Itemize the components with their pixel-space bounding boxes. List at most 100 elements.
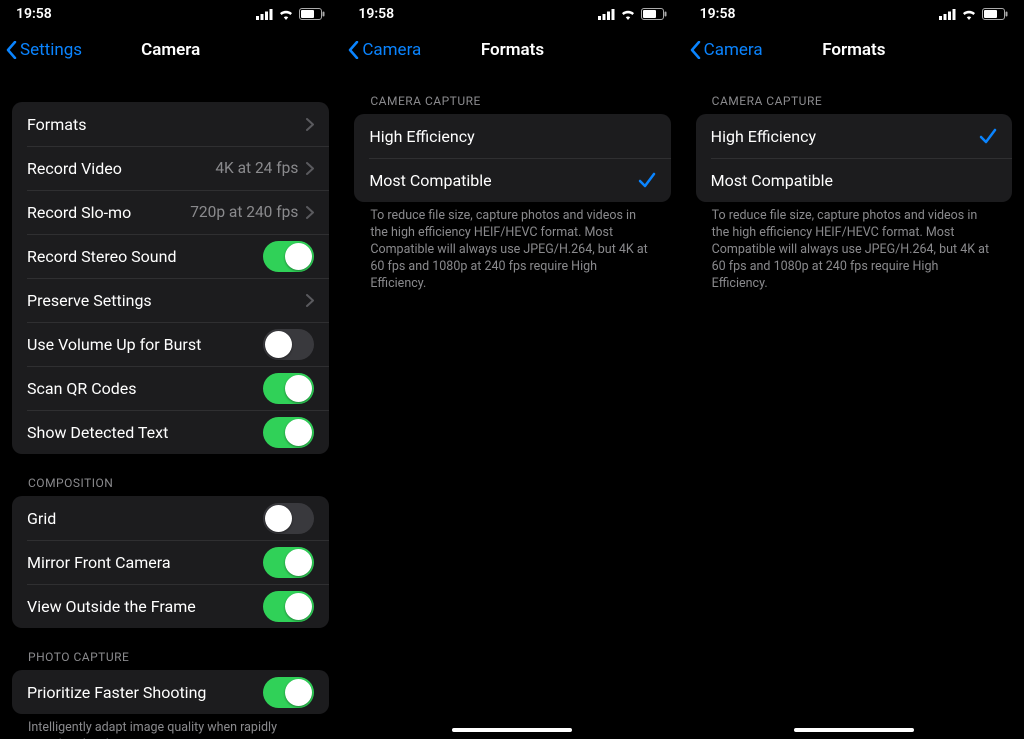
- formats-list: High Efficiency Most Compatible: [354, 114, 670, 202]
- row-prioritize-faster[interactable]: Prioritize Faster Shooting: [12, 670, 329, 714]
- row-detail: 4K at 24 fps: [215, 159, 298, 177]
- status-right-icons: [256, 8, 325, 20]
- row-high-efficiency[interactable]: High Efficiency: [354, 114, 670, 158]
- phone-formats-high-efficiency: 19:58 Camera Formats CAMERA CAPTURE High…: [683, 0, 1024, 739]
- row-preserve-settings[interactable]: Preserve Settings: [12, 278, 329, 322]
- row-most-compatible[interactable]: Most Compatible: [696, 158, 1012, 202]
- toggle-grid[interactable]: [263, 503, 314, 534]
- toggle-volume-burst[interactable]: [263, 329, 314, 360]
- section-header-camera-capture: CAMERA CAPTURE: [684, 72, 1024, 114]
- row-record-slomo[interactable]: Record Slo-mo 720p at 240 fps: [12, 190, 329, 234]
- status-right-icons: [939, 8, 1008, 20]
- battery-icon: [299, 8, 325, 20]
- row-label: Grid: [27, 509, 56, 528]
- chevron-right-icon: [306, 206, 314, 219]
- nav-title: Formats: [481, 40, 544, 60]
- row-label: Use Volume Up for Burst: [27, 335, 201, 354]
- content-scroll[interactable]: Formats Record Video 4K at 24 fps Record…: [0, 72, 341, 739]
- row-label: Prioritize Faster Shooting: [27, 683, 206, 702]
- toggle-detected-text[interactable]: [263, 417, 314, 448]
- row-record-video[interactable]: Record Video 4K at 24 fps: [12, 146, 329, 190]
- back-label: Camera: [362, 40, 421, 60]
- back-label: Settings: [20, 40, 82, 60]
- row-most-compatible[interactable]: Most Compatible: [354, 158, 670, 202]
- checkmark-icon: [979, 127, 997, 145]
- row-formats[interactable]: Formats: [12, 102, 329, 146]
- back-button[interactable]: Camera: [348, 40, 421, 60]
- row-detected-text[interactable]: Show Detected Text: [12, 410, 329, 454]
- row-label: Preserve Settings: [27, 291, 152, 310]
- footer-prioritize: Intelligently adapt image quality when r…: [0, 714, 341, 739]
- back-button[interactable]: Settings: [6, 40, 82, 60]
- home-indicator[interactable]: [452, 728, 572, 732]
- chevron-left-icon: [6, 41, 17, 59]
- chevron-right-icon: [306, 162, 314, 175]
- settings-list-photo: Prioritize Faster Shooting: [12, 670, 329, 714]
- formats-list: High Efficiency Most Compatible: [696, 114, 1012, 202]
- toggle-view-outside-frame[interactable]: [263, 591, 314, 622]
- chevron-right-icon: [306, 118, 314, 131]
- chevron-right-icon: [306, 294, 314, 307]
- navbar: Camera Formats: [342, 28, 682, 72]
- cellular-signal-icon: [598, 9, 615, 20]
- phone-camera-settings: 19:58 Settings Camera Formats R: [0, 0, 341, 739]
- row-mirror-front[interactable]: Mirror Front Camera: [12, 540, 329, 584]
- navbar: Camera Formats: [684, 28, 1024, 72]
- row-grid[interactable]: Grid: [12, 496, 329, 540]
- row-label: High Efficiency: [711, 127, 816, 146]
- row-label: View Outside the Frame: [27, 597, 196, 616]
- row-label: Mirror Front Camera: [27, 553, 171, 572]
- row-qr-codes[interactable]: Scan QR Codes: [12, 366, 329, 410]
- row-label: Formats: [27, 115, 86, 134]
- chevron-left-icon: [690, 41, 701, 59]
- statusbar: 19:58: [342, 0, 682, 28]
- cellular-signal-icon: [256, 9, 273, 20]
- settings-list-main: Formats Record Video 4K at 24 fps Record…: [12, 102, 329, 454]
- nav-title: Camera: [141, 40, 200, 60]
- status-right-icons: [598, 8, 667, 20]
- checkmark-icon: [638, 171, 656, 189]
- status-time: 19:58: [16, 6, 52, 22]
- row-label: Most Compatible: [711, 171, 833, 190]
- wifi-icon: [278, 9, 294, 20]
- row-label: Record Stereo Sound: [27, 247, 176, 266]
- content-scroll[interactable]: CAMERA CAPTURE High Efficiency Most Comp…: [342, 72, 682, 739]
- back-button[interactable]: Camera: [690, 40, 763, 60]
- row-label: High Efficiency: [369, 127, 474, 146]
- row-high-efficiency[interactable]: High Efficiency: [696, 114, 1012, 158]
- row-volume-burst[interactable]: Use Volume Up for Burst: [12, 322, 329, 366]
- battery-icon: [982, 8, 1008, 20]
- wifi-icon: [961, 9, 977, 20]
- navbar: Settings Camera: [0, 28, 341, 72]
- content-scroll[interactable]: CAMERA CAPTURE High Efficiency Most Comp…: [684, 72, 1024, 739]
- wifi-icon: [620, 9, 636, 20]
- row-view-outside-frame[interactable]: View Outside the Frame: [12, 584, 329, 628]
- status-time: 19:58: [358, 6, 394, 22]
- toggle-qr-codes[interactable]: [263, 373, 314, 404]
- toggle-prioritize-faster[interactable]: [263, 677, 314, 708]
- row-label: Most Compatible: [369, 171, 491, 190]
- section-header-camera-capture: CAMERA CAPTURE: [342, 72, 682, 114]
- toggle-mirror-front[interactable]: [263, 547, 314, 578]
- section-header-composition: COMPOSITION: [0, 454, 341, 496]
- settings-list-composition: Grid Mirror Front Camera View Outside th…: [12, 496, 329, 628]
- footer-formats: To reduce file size, capture photos and …: [684, 202, 1024, 292]
- statusbar: 19:58: [0, 0, 341, 28]
- toggle-stereo-sound[interactable]: [263, 241, 314, 272]
- footer-formats: To reduce file size, capture photos and …: [342, 202, 682, 292]
- chevron-left-icon: [348, 41, 359, 59]
- row-label: Scan QR Codes: [27, 379, 137, 398]
- row-label: Record Video: [27, 159, 122, 178]
- nav-title: Formats: [822, 40, 885, 60]
- row-label: Record Slo-mo: [27, 203, 131, 222]
- battery-icon: [641, 8, 667, 20]
- home-indicator[interactable]: [794, 728, 914, 732]
- row-label: Show Detected Text: [27, 423, 168, 442]
- row-stereo-sound[interactable]: Record Stereo Sound: [12, 234, 329, 278]
- phone-formats-most-compatible: 19:58 Camera Formats CAMERA CAPTURE High…: [341, 0, 682, 739]
- row-detail: 720p at 240 fps: [190, 203, 298, 221]
- section-header-photo-capture: PHOTO CAPTURE: [0, 628, 341, 670]
- cellular-signal-icon: [939, 9, 956, 20]
- back-label: Camera: [704, 40, 763, 60]
- status-time: 19:58: [700, 6, 736, 22]
